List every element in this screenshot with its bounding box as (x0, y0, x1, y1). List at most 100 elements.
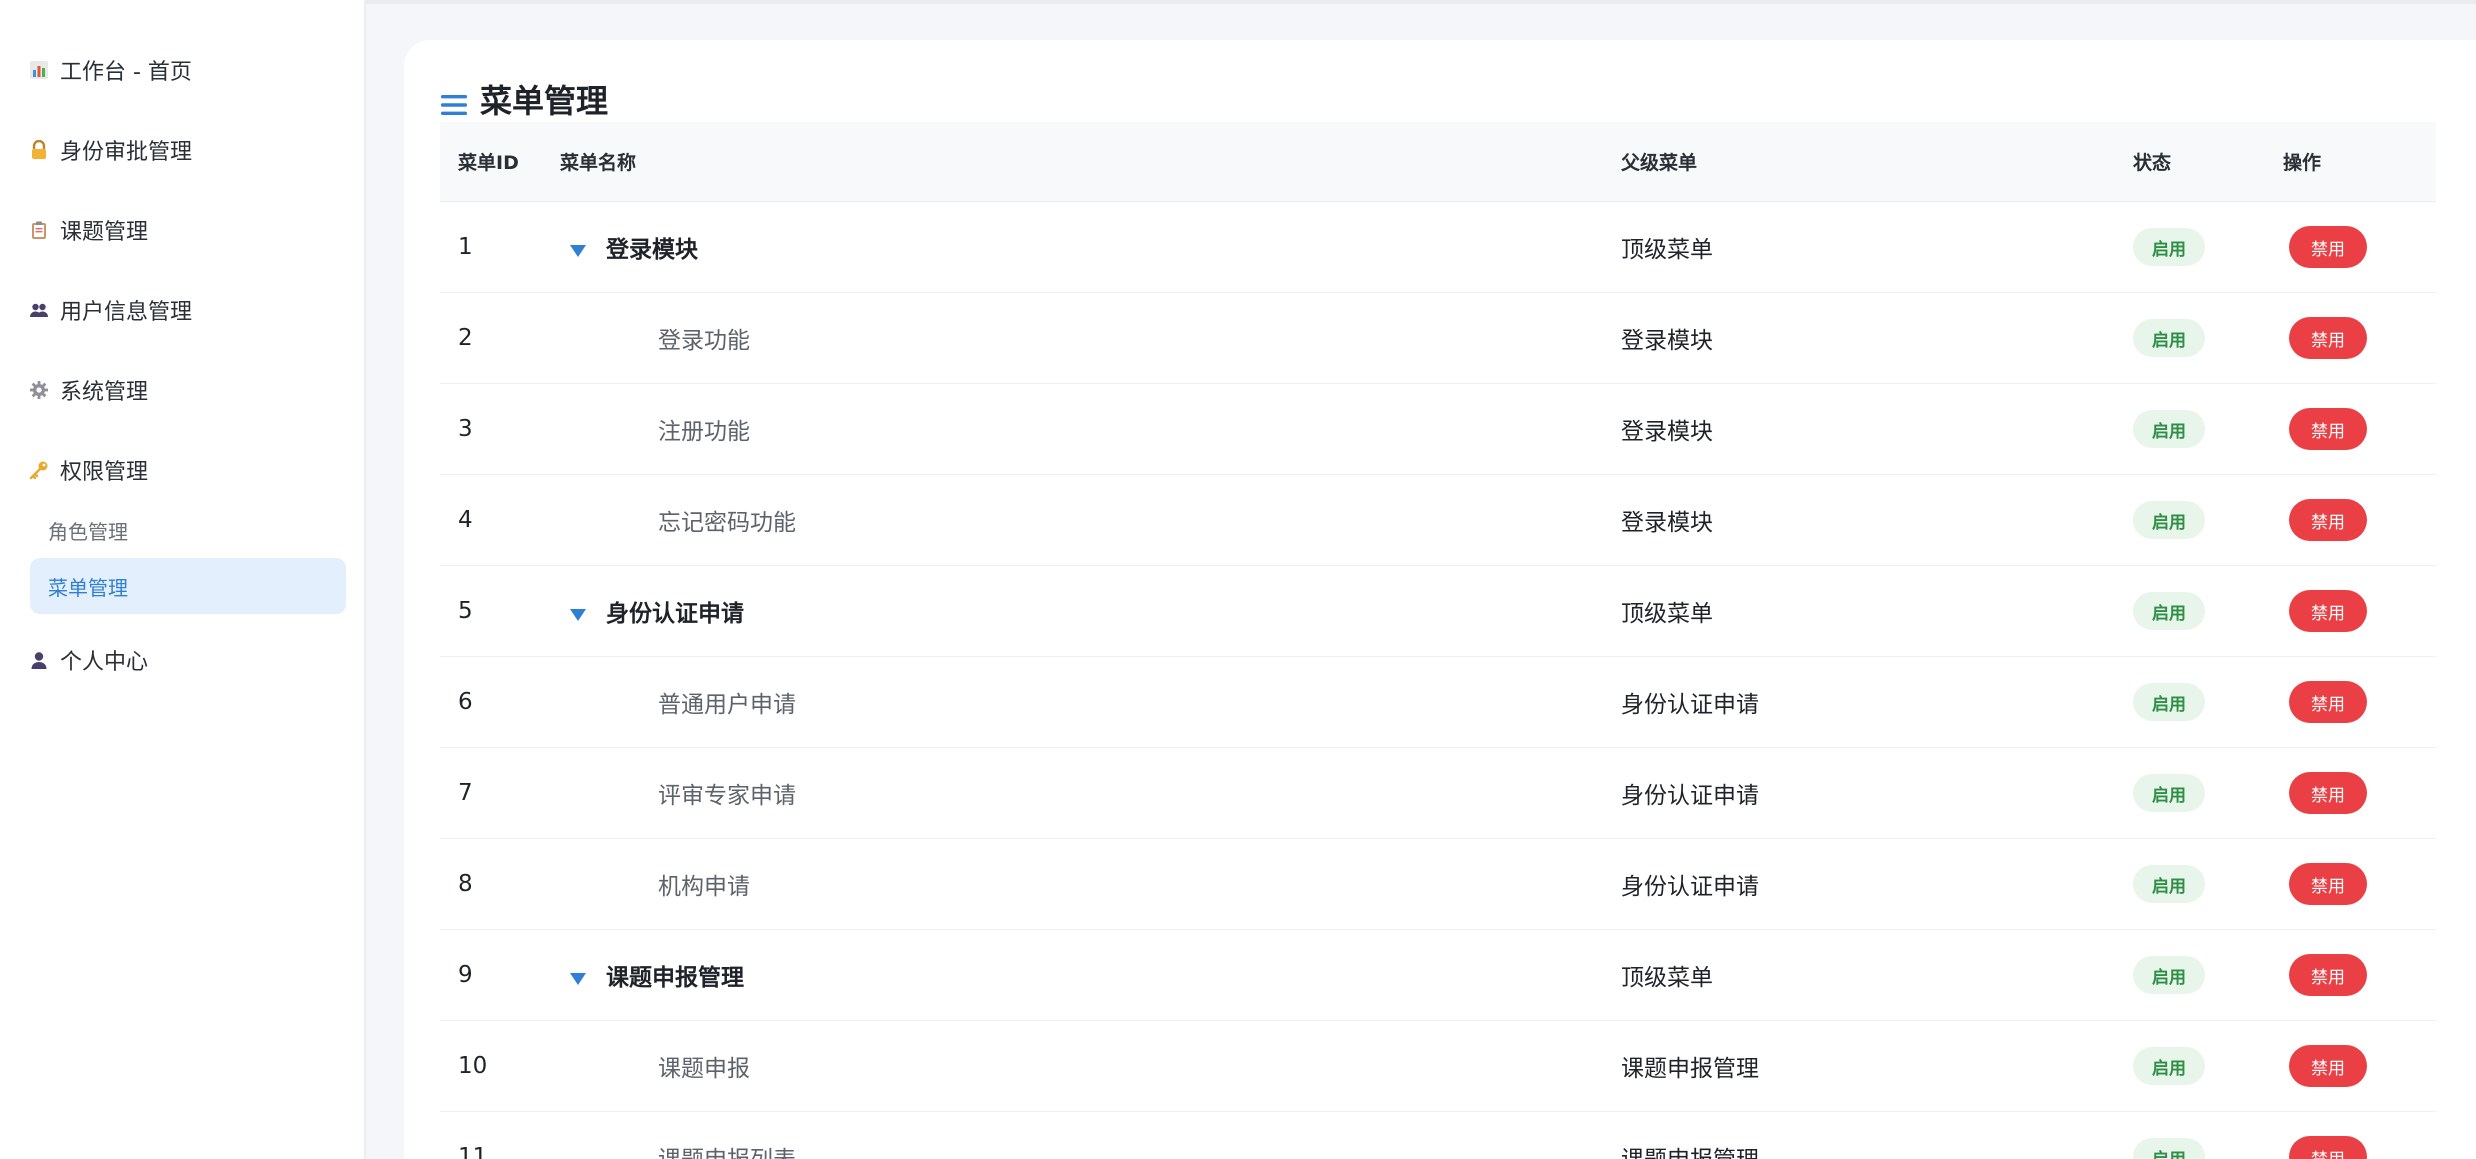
table-row: 1 登录模块 顶级菜单 启用 禁用 (440, 202, 2436, 293)
cell-parent: 顶级菜单 (1621, 601, 1713, 627)
menu-name: 评审专家申请 (658, 783, 796, 809)
cell-parent: 登录模块 (1621, 419, 1713, 445)
cell-name: 登录模块 (560, 230, 1621, 264)
sidebar-subitem-menus[interactable]: 菜单管理 (30, 558, 346, 614)
disable-button[interactable]: 禁用 (2289, 317, 2367, 359)
menu-name: 注册功能 (658, 419, 750, 445)
sidebar-subitem-roles[interactable]: 角色管理 (30, 502, 346, 558)
gear-icon (28, 379, 50, 401)
bar-chart-icon (28, 59, 50, 81)
disable-button[interactable]: 禁用 (2289, 863, 2367, 905)
lock-icon (28, 139, 50, 161)
cell-status: 启用 (2133, 865, 2283, 903)
cell-op: 禁用 (2283, 408, 2436, 450)
status-badge: 启用 (2133, 501, 2205, 539)
sidebar-item-identity-approval[interactable]: 身份审批管理 (0, 110, 364, 190)
disable-button[interactable]: 禁用 (2289, 408, 2367, 450)
sidebar-item-label: 用户信息管理 (60, 300, 193, 325)
disable-button[interactable]: 禁用 (2289, 681, 2367, 723)
status-badge: 启用 (2133, 1138, 2205, 1159)
menu-name: 登录功能 (658, 328, 750, 354)
table-row: 4 忘记密码功能 登录模块 启用 禁用 (440, 475, 2436, 566)
cell-id: 4 (458, 507, 473, 533)
cell-name: 注册功能 (560, 412, 1621, 446)
cell-id: 11 (458, 1144, 488, 1159)
disable-button[interactable]: 禁用 (2289, 226, 2367, 268)
table-row: 3 注册功能 登录模块 启用 禁用 (440, 384, 2436, 475)
cell-name: 机构申请 (560, 867, 1621, 901)
cell-status: 启用 (2133, 956, 2283, 994)
table-row: 7 评审专家申请 身份认证申请 启用 禁用 (440, 748, 2436, 839)
clipboard-icon (28, 219, 50, 241)
status-badge: 启用 (2133, 683, 2205, 721)
cell-id: 3 (458, 416, 473, 442)
table-row: 6 普通用户申请 身份认证申请 启用 禁用 (440, 657, 2436, 748)
cell-name: 身份认证申请 (560, 594, 1621, 628)
header-parent: 父级菜单 (1621, 152, 1698, 174)
sidebar-item-dashboard[interactable]: 工作台 - 首页 (0, 30, 364, 110)
cell-parent: 身份认证申请 (1621, 783, 1759, 809)
status-badge: 启用 (2133, 1047, 2205, 1085)
sidebar-item-label: 身份审批管理 (60, 140, 193, 165)
person-icon (28, 649, 50, 671)
cell-parent: 课题申报管理 (1621, 1140, 2133, 1159)
expand-triangle-icon[interactable] (568, 603, 588, 621)
sidebar-item-label: 权限管理 (60, 460, 149, 485)
header-name: 菜单名称 (560, 152, 637, 174)
cell-id: 2 (458, 325, 473, 351)
menu-name: 课题申报列表 (560, 1140, 796, 1159)
cell-name: 课题申报 (560, 1049, 1621, 1083)
header-status: 状态 (2133, 152, 2172, 174)
top-divider (366, 0, 2476, 4)
menu-name: 身份认证申请 (606, 601, 744, 627)
expand-triangle-icon[interactable] (568, 239, 588, 257)
disable-button[interactable]: 禁用 (2289, 499, 2367, 541)
users-icon (28, 299, 50, 321)
disable-button[interactable]: 禁用 (2289, 772, 2367, 814)
menu-name: 忘记密码功能 (658, 510, 796, 536)
sidebar-item-user-info[interactable]: 用户信息管理 (0, 270, 364, 350)
menu-name: 课题申报管理 (606, 965, 744, 991)
cell-parent: 课题申报管理 (1621, 1056, 1759, 1082)
cell-status: 启用 (2133, 683, 2283, 721)
menu-name: 课题申报 (658, 1056, 750, 1082)
cell-op: 禁用 (2283, 1045, 2436, 1087)
disable-button[interactable]: 禁用 (2289, 1136, 2367, 1159)
table-row: 5 身份认证申请 顶级菜单 启用 禁用 (440, 566, 2436, 657)
cell-status: 启用 (2133, 501, 2283, 539)
cell-status: 启用 (2133, 1047, 2283, 1085)
cell-op: 禁用 (2283, 1136, 2436, 1159)
cell-op: 禁用 (2283, 681, 2436, 723)
sidebar-item-label: 个人中心 (60, 650, 149, 675)
sidebar-item-system[interactable]: 系统管理 (0, 350, 364, 430)
cell-op: 禁用 (2283, 954, 2436, 996)
table-header: 菜单ID 菜单名称 父级菜单 状态 操作 (440, 122, 2436, 202)
cell-parent: 身份认证申请 (1621, 874, 1759, 900)
disable-button[interactable]: 禁用 (2289, 954, 2367, 996)
cell-op: 禁用 (2283, 772, 2436, 814)
cell-id: 7 (458, 780, 473, 806)
cell-parent: 身份认证申请 (1621, 692, 1759, 718)
cell-id: 1 (458, 234, 473, 260)
cell-status: 启用 (2133, 410, 2283, 448)
table-row: 8 机构申请 身份认证申请 启用 禁用 (440, 839, 2436, 930)
sidebar-item-profile[interactable]: 个人中心 (0, 620, 364, 700)
page-title-text: 菜单管理 (480, 82, 609, 120)
key-icon (28, 459, 50, 481)
expand-triangle-icon[interactable] (568, 967, 588, 985)
menu-name: 机构申请 (658, 874, 750, 900)
sidebar-item-topics[interactable]: 课题管理 (0, 190, 364, 270)
cell-op: 禁用 (2283, 317, 2436, 359)
cell-id: 10 (458, 1053, 488, 1079)
menu-list-icon (440, 87, 468, 115)
disable-button[interactable]: 禁用 (2289, 590, 2367, 632)
sidebar-item-permissions[interactable]: 权限管理 (0, 430, 364, 510)
cell-op: 禁用 (2283, 590, 2436, 632)
cell-op: 禁用 (2283, 499, 2436, 541)
disable-button[interactable]: 禁用 (2289, 1045, 2367, 1087)
cell-parent: 登录模块 (1621, 328, 1713, 354)
status-badge: 启用 (2133, 956, 2205, 994)
cell-parent: 登录模块 (1621, 510, 1713, 536)
header-op: 操作 (2283, 152, 2322, 174)
cell-name: 课题申报列表 (560, 1140, 1621, 1159)
